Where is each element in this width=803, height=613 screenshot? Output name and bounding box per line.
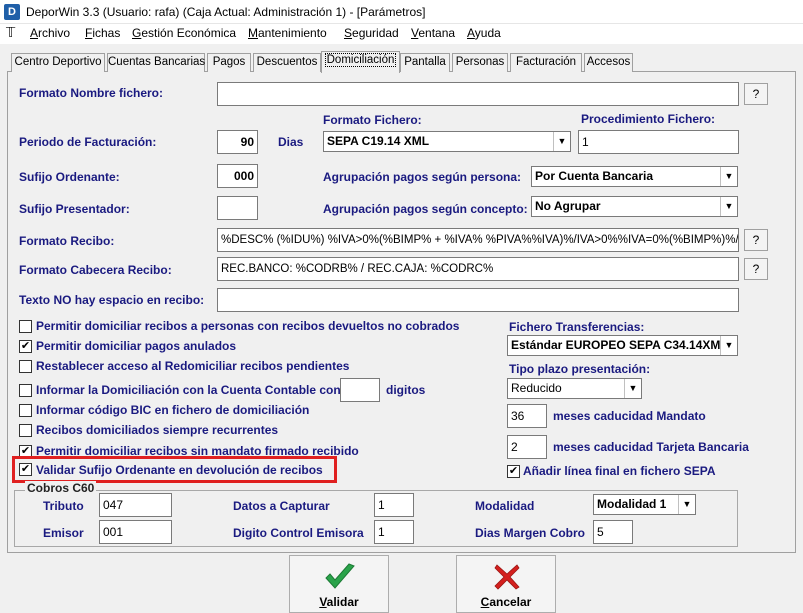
fichero-transf-select[interactable]: Estándar EUROPEO SEPA C34.14XML ▼ xyxy=(507,335,738,356)
tab-personas[interactable]: Personas xyxy=(452,53,508,72)
modalidad-label: Modalidad xyxy=(475,499,535,513)
meses-mandato-input[interactable]: 36 xyxy=(507,404,547,428)
checkmark-icon: ✔ xyxy=(20,340,31,352)
chevron-down-icon[interactable]: ▼ xyxy=(678,495,695,514)
meses-tarjeta-input[interactable]: 2 xyxy=(507,435,547,459)
menu-mantenimiento[interactable]: Mantenimiento xyxy=(248,26,327,40)
tab-domiciliacion[interactable]: Domiciliación xyxy=(321,51,400,73)
checkbox-pagos-anulados-label[interactable]: Permitir domiciliar pagos anulados xyxy=(36,339,236,353)
menu-archivo[interactable]: Archivo xyxy=(30,26,70,40)
meses-mandato-label: meses caducidad Mandato xyxy=(553,409,706,423)
cancelar-button[interactable]: Cancelar xyxy=(456,555,556,613)
formato-cabecera-input[interactable]: REC.BANCO: %CODRB% / REC.CAJA: %CODRC% xyxy=(217,257,739,281)
cancelar-button-label: Cancelar xyxy=(480,595,532,609)
checkmark-icon: ✔ xyxy=(508,465,519,477)
dias-margen-label: Dias Margen Cobro xyxy=(475,526,586,540)
menu-seguridad[interactable]: Seguridad xyxy=(344,26,399,40)
tipo-plazo-label: Tipo plazo presentación: xyxy=(509,362,651,376)
dias-label: Dias xyxy=(278,135,304,149)
digitos-input[interactable] xyxy=(340,378,380,402)
procedimiento-input[interactable]: 1 xyxy=(578,130,739,154)
tab-facturacion[interactable]: Facturación xyxy=(510,53,582,72)
checkbox-devueltos[interactable] xyxy=(19,320,32,333)
emisor-label: Emisor xyxy=(43,526,84,540)
formato-cabecera-label: Formato Cabecera Recibo: xyxy=(19,263,172,277)
menu-fichas[interactable]: Fichas xyxy=(85,26,120,40)
digito-control-input[interactable]: 1 xyxy=(374,520,414,544)
checkbox-redomiciliar-label[interactable]: Restablecer acceso al Redomiciliar recib… xyxy=(36,359,349,373)
digitos-label: digitos xyxy=(386,383,426,397)
periodo-input[interactable]: 90 xyxy=(217,130,258,154)
app-logo-icon: D xyxy=(4,4,20,20)
formato-nombre-help-button[interactable]: ? xyxy=(744,83,768,105)
agrup-concepto-label: Agrupación pagos según concepto: xyxy=(323,202,528,216)
validar-button-label: Validar xyxy=(319,595,359,609)
tab-descuentos[interactable]: Descuentos xyxy=(253,53,321,72)
sufijo-presentador-input[interactable] xyxy=(217,196,258,220)
procedimiento-label: Procedimiento Fichero: xyxy=(581,112,716,126)
digito-control-label: Digito Control Emisora xyxy=(233,526,364,540)
sufijo-ordenante-label: Sufijo Ordenante: xyxy=(19,170,120,184)
chevron-down-icon[interactable]: ▼ xyxy=(553,132,570,151)
formato-nombre-label: Formato Nombre fichero: xyxy=(19,86,164,100)
tipo-plazo-select[interactable]: Reducido ▼ xyxy=(507,378,642,399)
menu-ayuda[interactable]: Ayuda xyxy=(467,26,501,40)
checkbox-cuenta-contable-label[interactable]: Informar la Domiciliación con la Cuenta … xyxy=(36,383,341,397)
meses-tarjeta-label: meses caducidad Tarjeta Bancaria xyxy=(553,440,749,454)
formato-nombre-input[interactable] xyxy=(217,82,739,106)
checkbox-devueltos-label[interactable]: Permitir domiciliar recibos a personas c… xyxy=(36,319,459,333)
checkmark-icon xyxy=(325,563,355,589)
tab-accesos[interactable]: Accesos xyxy=(584,53,633,72)
agrup-persona-label: Agrupación pagos según persona: xyxy=(323,170,522,184)
checkbox-anadir-linea-label[interactable]: Añadir línea final en fichero SEPA xyxy=(523,464,716,478)
sufijo-ordenante-input[interactable]: 000 xyxy=(217,164,258,188)
cobros-c60-legend: Cobros C60 xyxy=(25,481,97,495)
agrup-concepto-select[interactable]: No Agrupar ▼ xyxy=(531,196,738,217)
menu-gestion-economica[interactable]: Gestión Económica xyxy=(132,26,236,40)
fichero-transf-label: Fichero Transferencias: xyxy=(509,320,645,334)
validar-button[interactable]: Validar xyxy=(289,555,389,613)
menu-bar xyxy=(0,24,803,44)
checkbox-bic-label[interactable]: Informar código BIC en fichero de domici… xyxy=(36,403,309,417)
periodo-label: Periodo de Facturación: xyxy=(19,135,157,149)
tributo-input[interactable]: 047 xyxy=(99,493,172,517)
formato-fichero-select[interactable]: SEPA C19.14 XML ▼ xyxy=(323,131,571,152)
chevron-down-icon[interactable]: ▼ xyxy=(720,167,737,186)
formato-recibo-label: Formato Recibo: xyxy=(19,234,115,248)
tab-cuentas-bancarias[interactable]: Cuentas Bancarias xyxy=(107,53,205,72)
formato-recibo-input[interactable]: %DESC% (%IDU%) %IVA>0%(%BIMP% + %IVA% %P… xyxy=(217,228,739,252)
checkbox-redomiciliar[interactable] xyxy=(19,360,32,373)
datos-capturar-label: Datos a Capturar xyxy=(233,499,330,513)
tab-centro-deportivo[interactable]: Centro Deportivo xyxy=(11,53,105,72)
formato-recibo-help-button[interactable]: ? xyxy=(744,229,768,251)
checkbox-recurrentes-label[interactable]: Recibos domiciliados siempre recurrentes xyxy=(36,423,278,437)
tab-pantalla[interactable]: Pantalla xyxy=(400,53,450,72)
checkbox-recurrentes[interactable] xyxy=(19,424,32,437)
checkbox-pagos-anulados[interactable]: ✔ xyxy=(19,340,32,353)
sufijo-presentador-label: Sufijo Presentador: xyxy=(19,202,130,216)
formato-cabecera-help-button[interactable]: ? xyxy=(744,258,768,280)
checkbox-anadir-linea[interactable]: ✔ xyxy=(507,465,520,478)
chevron-down-icon[interactable]: ▼ xyxy=(720,336,737,355)
chevron-down-icon[interactable]: ▼ xyxy=(624,379,641,398)
formato-fichero-label: Formato Fichero: xyxy=(323,113,422,127)
tributo-label: Tributo xyxy=(43,499,84,513)
agrup-persona-select[interactable]: Por Cuenta Bancaria ▼ xyxy=(531,166,738,187)
highlight-box xyxy=(12,456,337,483)
close-icon xyxy=(494,564,520,590)
tab-pagos[interactable]: Pagos xyxy=(207,53,251,72)
texto-no-espacio-label: Texto NO hay espacio en recibo: xyxy=(19,293,205,307)
texto-no-espacio-input[interactable] xyxy=(217,288,739,312)
dias-margen-input[interactable]: 5 xyxy=(593,520,633,544)
checkbox-bic[interactable] xyxy=(19,404,32,417)
emisor-input[interactable]: 001 xyxy=(99,520,172,544)
datos-capturar-input[interactable]: 1 xyxy=(374,493,414,517)
modalidad-select[interactable]: Modalidad 1 ▼ xyxy=(593,494,696,515)
menu-ventana[interactable]: Ventana xyxy=(411,26,455,40)
menu-document-icon[interactable]: 𝕋 xyxy=(6,25,15,41)
chevron-down-icon[interactable]: ▼ xyxy=(720,197,737,216)
checkbox-cuenta-contable[interactable] xyxy=(19,384,32,397)
window-title: DeporWin 3.3 (Usuario: rafa) (Caja Actua… xyxy=(26,5,426,19)
